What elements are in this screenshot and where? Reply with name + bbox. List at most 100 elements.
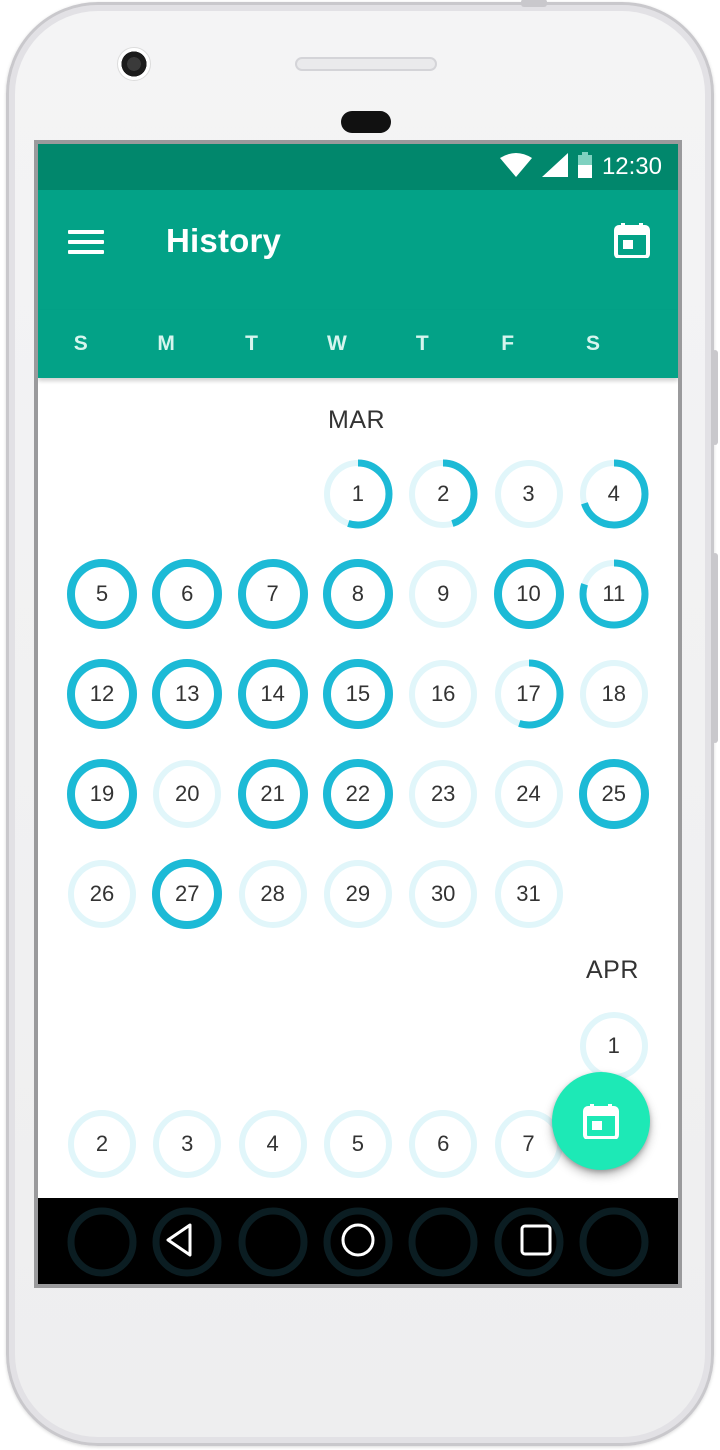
calendar-day[interactable]: 16 bbox=[407, 658, 479, 730]
day-number: 3 bbox=[522, 481, 535, 506]
calendar-day[interactable]: 12 bbox=[66, 658, 138, 730]
status-time: 12:30 bbox=[601, 153, 662, 180]
calendar-day[interactable]: 4 bbox=[237, 1108, 309, 1180]
calendar-day[interactable]: 26 bbox=[66, 858, 138, 930]
day-number: 15 bbox=[345, 681, 371, 706]
day-number: 3 bbox=[181, 1131, 194, 1156]
calendar-day[interactable]: 8 bbox=[322, 558, 394, 630]
front-camera bbox=[117, 47, 151, 81]
wifi-icon bbox=[499, 152, 532, 182]
day-number: 11 bbox=[602, 581, 626, 606]
day-number: 1 bbox=[351, 481, 365, 506]
calendar-day[interactable]: 6 bbox=[151, 558, 223, 630]
day-number: 24 bbox=[516, 781, 541, 806]
day-number: 27 bbox=[175, 881, 200, 906]
weekday-label: S bbox=[586, 332, 601, 355]
day-number: 20 bbox=[175, 781, 200, 806]
calendar-icon[interactable] bbox=[614, 222, 650, 259]
back-button[interactable] bbox=[160, 1220, 200, 1260]
menu-icon[interactable] bbox=[68, 230, 104, 256]
calendar-day[interactable]: 13 bbox=[151, 658, 223, 730]
day-number: 9 bbox=[437, 581, 450, 606]
hidden-day-ring bbox=[408, 1207, 478, 1277]
battery-icon bbox=[577, 151, 592, 183]
calendar-day[interactable]: 4 bbox=[578, 458, 650, 530]
calendar-day[interactable]: 2 bbox=[407, 458, 479, 530]
day-number: 5 bbox=[95, 581, 109, 606]
hidden-day-ring bbox=[579, 1207, 649, 1277]
day-number: 7 bbox=[266, 581, 279, 606]
calendar-fab[interactable] bbox=[552, 1072, 650, 1170]
day-number: 31 bbox=[516, 881, 541, 906]
calendar-day[interactable]: 25 bbox=[578, 758, 650, 830]
month-label: APR bbox=[586, 956, 639, 984]
calendar-day[interactable]: 17 bbox=[493, 658, 565, 730]
calendar-day[interactable]: 10 bbox=[493, 558, 565, 630]
calendar-day[interactable]: 30 bbox=[407, 858, 479, 930]
calendar-day[interactable]: 5 bbox=[322, 1108, 394, 1180]
navigation-bar bbox=[38, 1198, 678, 1284]
phone-top-button bbox=[521, 0, 547, 7]
home-icon bbox=[341, 1223, 375, 1257]
calendar-day[interactable]: 1 bbox=[578, 1010, 650, 1082]
day-number: 1 bbox=[607, 1033, 620, 1058]
weekday-label: W bbox=[326, 332, 347, 355]
back-icon bbox=[166, 1223, 192, 1257]
day-number: 22 bbox=[345, 781, 371, 806]
day-number: 14 bbox=[260, 681, 285, 706]
weekday-label: T bbox=[245, 332, 258, 355]
home-button[interactable] bbox=[338, 1220, 378, 1260]
weekday-label: F bbox=[501, 332, 515, 355]
weekday-header: S M T W T F S bbox=[38, 310, 678, 378]
recents-button[interactable] bbox=[516, 1220, 556, 1260]
calendar-day[interactable]: 11 bbox=[578, 558, 650, 630]
calendar-day[interactable]: 20 bbox=[151, 758, 223, 830]
proximity-sensor bbox=[341, 111, 391, 133]
day-number: 23 bbox=[430, 781, 456, 806]
screen: 12:30 History S M T W T F S MAR APR 1234… bbox=[34, 140, 682, 1288]
calendar-day[interactable]: 7 bbox=[237, 558, 309, 630]
day-number: 6 bbox=[181, 581, 194, 606]
calendar-day[interactable]: 27 bbox=[151, 858, 223, 930]
day-number: 30 bbox=[430, 881, 456, 906]
calendar-day[interactable]: 31 bbox=[493, 858, 565, 930]
phone-volume-button bbox=[712, 553, 718, 743]
calendar-day[interactable]: 28 bbox=[237, 858, 309, 930]
calendar-day[interactable]: 5 bbox=[66, 558, 138, 630]
weekday-label: T bbox=[415, 332, 429, 355]
day-number: 13 bbox=[175, 681, 200, 706]
calendar-day[interactable]: 3 bbox=[493, 458, 565, 530]
status-bar: 12:30 bbox=[38, 144, 678, 190]
day-number: 10 bbox=[516, 581, 541, 606]
app-bar: History bbox=[38, 190, 678, 310]
calendar-day[interactable]: 2 bbox=[66, 1108, 138, 1180]
day-number: 12 bbox=[89, 681, 115, 706]
recents-icon bbox=[520, 1224, 552, 1256]
day-number: 26 bbox=[89, 881, 115, 906]
calendar-day[interactable]: 1 bbox=[322, 458, 394, 530]
day-number: 2 bbox=[437, 481, 450, 506]
day-number: 4 bbox=[607, 481, 620, 506]
day-number: 28 bbox=[260, 881, 285, 906]
calendar-day[interactable]: 22 bbox=[322, 758, 394, 830]
calendar-day[interactable]: 29 bbox=[322, 858, 394, 930]
month-label: MAR bbox=[328, 406, 386, 434]
hidden-day-ring bbox=[67, 1207, 137, 1277]
calendar-day[interactable]: 6 bbox=[407, 1108, 479, 1180]
phone-side-button bbox=[712, 350, 718, 445]
calendar-day[interactable]: 24 bbox=[493, 758, 565, 830]
calendar-day[interactable]: 3 bbox=[151, 1108, 223, 1180]
calendar-day[interactable]: 9 bbox=[407, 558, 479, 630]
day-number: 4 bbox=[266, 1131, 279, 1156]
calendar-day[interactable]: 23 bbox=[407, 758, 479, 830]
calendar-day[interactable]: 14 bbox=[237, 658, 309, 730]
day-number: 2 bbox=[95, 1131, 109, 1156]
calendar-day[interactable]: 18 bbox=[578, 658, 650, 730]
day-number: 17 bbox=[516, 681, 541, 706]
day-number: 6 bbox=[437, 1131, 450, 1156]
calendar-day[interactable]: 15 bbox=[322, 658, 394, 730]
earpiece-speaker bbox=[295, 57, 437, 71]
weekday-label: M bbox=[157, 332, 175, 355]
calendar-day[interactable]: 19 bbox=[66, 758, 138, 830]
calendar-day[interactable]: 21 bbox=[237, 758, 309, 830]
